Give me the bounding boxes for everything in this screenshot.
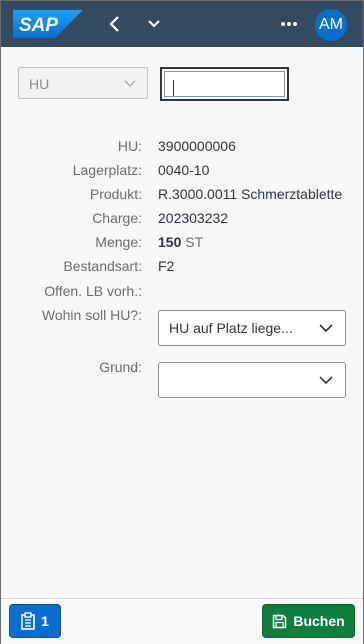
wohin-select[interactable]: HU auf Platz liege... bbox=[158, 310, 346, 346]
more-button[interactable] bbox=[278, 13, 300, 35]
grund-select[interactable] bbox=[158, 362, 346, 398]
user-avatar[interactable]: AM bbox=[315, 9, 347, 41]
charge-label: Charge: bbox=[92, 210, 142, 226]
scan-input[interactable] bbox=[160, 67, 289, 101]
hu-type-select-value: HU bbox=[29, 76, 50, 92]
chevron-down-icon bbox=[319, 324, 333, 333]
wohin-select-value: HU auf Platz liege... bbox=[169, 320, 293, 336]
hu-value: 3900000006 bbox=[158, 138, 236, 154]
lagerplatz-label: Lagerplatz: bbox=[72, 162, 142, 178]
book-button[interactable]: Buchen bbox=[262, 604, 355, 638]
scan-input-field[interactable] bbox=[164, 71, 285, 97]
menge-value-group: 150 ST bbox=[158, 234, 203, 250]
produkt-value: R.3000.0011 Schmerztablette bbox=[158, 186, 343, 202]
text-caret bbox=[173, 80, 174, 96]
menge-label: Menge: bbox=[95, 234, 142, 250]
bestandsart-value: F2 bbox=[158, 258, 175, 274]
task-queue-count: 1 bbox=[41, 613, 49, 629]
shell-bar: SAP AM bbox=[1, 1, 363, 47]
chevron-down-icon bbox=[124, 80, 136, 88]
menge-value: 150 bbox=[158, 234, 182, 250]
chevron-down-icon bbox=[148, 20, 160, 28]
back-button[interactable] bbox=[104, 12, 124, 36]
offen-lb-label: Offen. LB vorh.: bbox=[44, 283, 142, 299]
lagerplatz-value: 0040-10 bbox=[158, 162, 210, 178]
task-queue-button[interactable]: 1 bbox=[9, 604, 61, 638]
grund-label: Grund: bbox=[99, 359, 142, 375]
wohin-label: Wohin soll HU?: bbox=[41, 307, 142, 323]
more-icon bbox=[281, 22, 297, 26]
save-icon bbox=[273, 614, 287, 628]
book-button-label: Buchen bbox=[293, 613, 345, 629]
sap-logo[interactable]: SAP bbox=[13, 10, 83, 38]
charge-value: 202303232 bbox=[158, 210, 229, 226]
sap-logo-text: SAP bbox=[19, 15, 58, 36]
hu-label: HU: bbox=[117, 138, 142, 154]
bestandsart-label: Bestandsart: bbox=[63, 258, 142, 274]
chevron-left-icon bbox=[109, 16, 119, 32]
menge-unit: ST bbox=[185, 234, 204, 250]
chevron-down-icon bbox=[319, 376, 333, 385]
navigation-menu-button[interactable] bbox=[144, 13, 164, 35]
clipboard-icon bbox=[21, 612, 35, 630]
produkt-label: Produkt: bbox=[89, 186, 142, 202]
hu-type-select[interactable]: HU bbox=[18, 67, 148, 99]
